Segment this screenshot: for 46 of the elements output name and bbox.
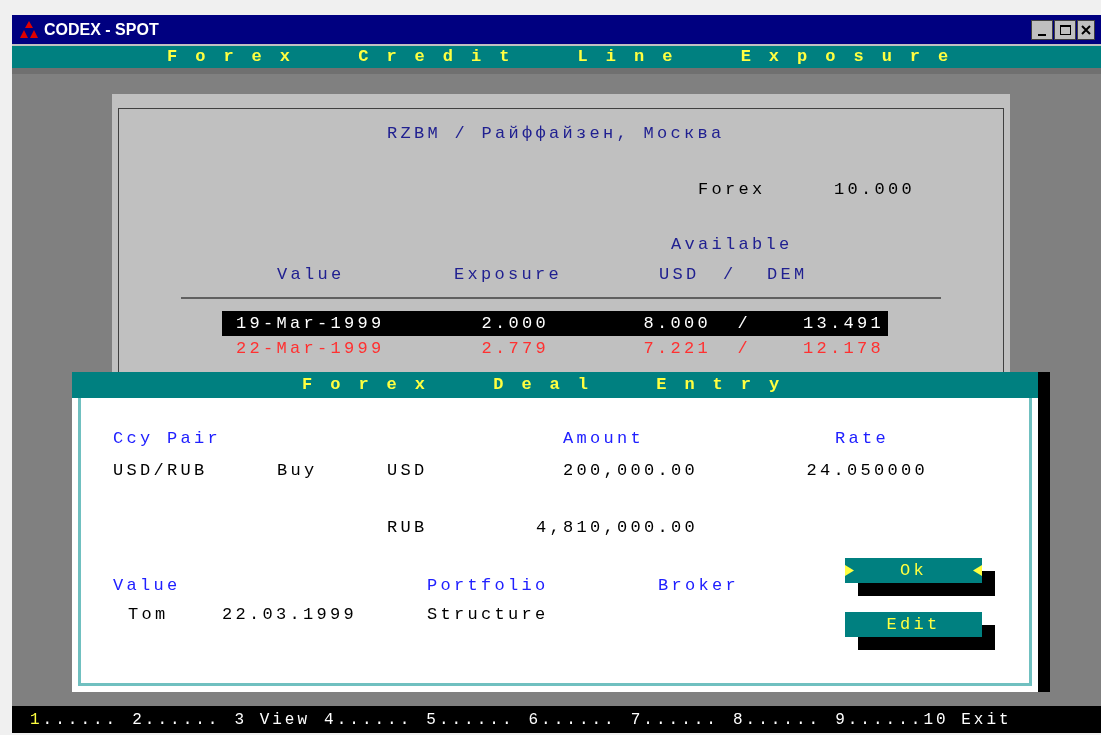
dialog-title: Forex Deal Entry [302, 374, 798, 397]
field-value: 4,810,000.00 [534, 517, 698, 539]
function-key[interactable]: 8...... [732, 707, 822, 732]
field-value: 22.03.1999 [222, 604, 359, 626]
column-header: Exposure [454, 263, 563, 286]
function-key[interactable]: 6...... [528, 707, 617, 732]
field-value: RUB [387, 517, 429, 539]
limit-value: 10.000 [834, 178, 915, 201]
function-key[interactable]: 7...... [630, 707, 719, 732]
function-key[interactable]: 2...... [132, 707, 221, 732]
field-value: USD [387, 459, 429, 482]
field-label: Rate [835, 428, 889, 450]
close-button[interactable] [1077, 19, 1095, 40]
close-icon [1081, 24, 1091, 35]
function-key[interactable]: 3 View [234, 707, 311, 732]
function-key[interactable]: 9...... [835, 707, 924, 732]
field-value: 200,000.00 [561, 459, 698, 482]
field-label: Value [113, 574, 182, 597]
function-key[interactable]: 5...... [426, 707, 515, 732]
column-header: USD [659, 263, 701, 286]
function-key[interactable]: 1...... [30, 707, 119, 732]
counterparty-name: RZBM / Райффайзен, Москва [387, 124, 725, 143]
field-label: Portfolio [427, 574, 550, 597]
column-header: / [723, 263, 738, 286]
field-label: Ccy Pair [113, 428, 222, 450]
column-header: Value [277, 263, 346, 286]
window-title: CODEX - SPOT [44, 19, 159, 40]
focus-arrow-icon [973, 565, 982, 576]
minimize-button[interactable] [1031, 19, 1053, 40]
function-key[interactable]: 10 Exit [923, 707, 1012, 732]
field-value: Structure [427, 604, 549, 626]
field-value: USD/RUB [113, 459, 209, 482]
focus-arrow-icon [845, 565, 854, 576]
field-value: Buy [277, 459, 319, 482]
function-key[interactable]: 4...... [324, 707, 413, 732]
maximize-button[interactable] [1054, 19, 1076, 40]
field-label: Amount [563, 428, 645, 450]
limit-label: Forex [698, 178, 767, 201]
field-value: 24.050000 [805, 459, 928, 482]
field-label: Broker [658, 574, 739, 597]
app-logo-icon [18, 19, 40, 40]
column-header: DEM [767, 263, 809, 286]
field-value: Tom [128, 604, 170, 626]
screen-title: Forex Credit Line Exposure [167, 46, 967, 69]
exposure-row[interactable]: 19-Mar-1999 2.000 8.000 / 13.491 [222, 311, 888, 336]
available-header: Available [671, 235, 793, 254]
